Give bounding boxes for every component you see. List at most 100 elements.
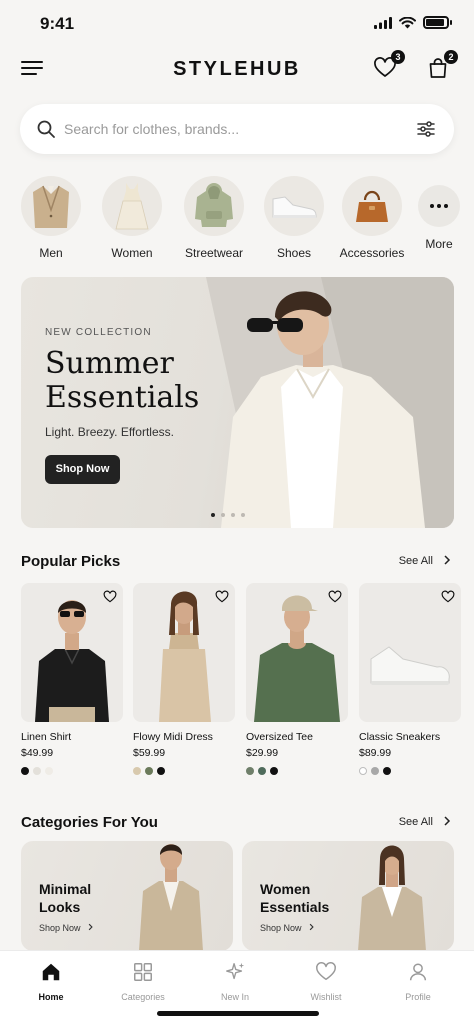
category-shoes[interactable]: Shoes bbox=[254, 176, 334, 260]
favorite-icon[interactable] bbox=[215, 590, 229, 604]
product-image bbox=[133, 583, 235, 722]
product-image bbox=[21, 583, 123, 722]
favorite-icon[interactable] bbox=[441, 590, 455, 604]
category-cards: Minimal Looks Shop Now Women Essentials … bbox=[21, 841, 454, 951]
category-label: Men bbox=[39, 246, 63, 260]
user-icon bbox=[409, 963, 427, 981]
category-women[interactable]: Women bbox=[92, 176, 172, 260]
chevron-right-icon bbox=[444, 555, 451, 565]
color-swatch[interactable] bbox=[383, 767, 391, 775]
product-name: Flowy Midi Dress bbox=[133, 731, 213, 743]
tab-label: Wishlist bbox=[310, 992, 342, 1002]
product-price: $49.99 bbox=[21, 747, 54, 759]
tab-label: Categories bbox=[121, 992, 165, 1002]
battery-icon bbox=[423, 16, 449, 29]
carousel-dots bbox=[211, 513, 245, 517]
hero-banner[interactable]: NEW COLLECTION Summer Essentials Light. … bbox=[21, 277, 454, 528]
status-bar: 9:41 bbox=[0, 0, 474, 50]
color-swatch[interactable] bbox=[258, 767, 266, 775]
home-icon bbox=[42, 963, 60, 981]
hoodie-icon bbox=[184, 176, 244, 236]
more-icon bbox=[418, 185, 460, 227]
product-price: $29.99 bbox=[246, 747, 279, 759]
popular-picks-title: Popular Picks bbox=[21, 553, 121, 570]
tab-profile[interactable]: Profile bbox=[372, 961, 464, 1002]
categories-for-you-title: Categories For You bbox=[21, 814, 158, 831]
color-swatches bbox=[21, 767, 123, 775]
category-card-title: Minimal Looks bbox=[39, 881, 92, 915]
category-men[interactable]: Men bbox=[11, 176, 91, 260]
carousel-dot[interactable] bbox=[231, 513, 235, 517]
color-swatch[interactable] bbox=[33, 767, 41, 775]
color-swatch[interactable] bbox=[21, 767, 29, 775]
tab-label: New In bbox=[220, 992, 249, 1002]
status-icons bbox=[374, 16, 452, 29]
tab-new-in[interactable]: New In bbox=[189, 961, 281, 1002]
handbag-icon bbox=[342, 176, 402, 236]
search-bar bbox=[20, 104, 454, 154]
carousel-dot-active[interactable] bbox=[211, 513, 215, 517]
categories-see-all-link[interactable]: See All bbox=[399, 816, 452, 828]
tab-home[interactable]: Home bbox=[5, 961, 97, 1002]
favorite-icon[interactable] bbox=[103, 590, 117, 604]
product-card[interactable]: Classic Sneakers $89.99 bbox=[359, 583, 461, 775]
category-card-link[interactable]: Shop Now bbox=[39, 923, 94, 933]
carousel-dot[interactable] bbox=[221, 513, 225, 517]
dress-icon bbox=[102, 176, 162, 236]
home-indicator[interactable] bbox=[157, 1011, 319, 1016]
category-card-link[interactable]: Shop Now bbox=[260, 923, 315, 933]
category-label: Shoes bbox=[276, 246, 312, 260]
category-more[interactable]: More bbox=[399, 176, 474, 251]
popular-see-all-link[interactable]: See All bbox=[399, 555, 452, 567]
favorite-icon[interactable] bbox=[328, 590, 342, 604]
color-swatch[interactable] bbox=[145, 767, 153, 775]
color-swatch[interactable] bbox=[371, 767, 379, 775]
category-card-women[interactable]: Women Essentials Shop Now bbox=[242, 841, 454, 951]
color-swatches bbox=[359, 767, 461, 775]
category-streetwear[interactable]: Streetwear bbox=[174, 176, 254, 260]
search-icon bbox=[37, 120, 55, 138]
product-card[interactable]: Flowy Midi Dress $59.99 bbox=[133, 583, 235, 775]
top-bar: STYLEHUB 3 2 bbox=[0, 48, 474, 90]
status-time: 9:41 bbox=[40, 14, 75, 33]
color-swatch[interactable] bbox=[246, 767, 254, 775]
color-swatch[interactable] bbox=[45, 767, 53, 775]
product-price: $59.99 bbox=[133, 747, 166, 759]
tab-categories[interactable]: Categories bbox=[97, 961, 189, 1002]
filter-icon[interactable] bbox=[416, 119, 436, 139]
product-image bbox=[246, 583, 348, 722]
sneaker-icon bbox=[264, 176, 324, 236]
chevron-right-icon bbox=[444, 816, 451, 826]
battery-cap bbox=[450, 20, 452, 25]
hero-title: Summer Essentials bbox=[45, 346, 200, 415]
grid-icon bbox=[134, 963, 152, 981]
signal-icon bbox=[374, 16, 392, 29]
search-input[interactable] bbox=[64, 114, 394, 144]
chevron-right-icon bbox=[88, 923, 93, 931]
color-swatch[interactable] bbox=[157, 767, 165, 775]
product-card[interactable]: Oversized Tee $29.99 bbox=[246, 583, 348, 775]
wishlist-badge: 3 bbox=[391, 50, 405, 64]
shop-now-button[interactable]: Shop Now bbox=[45, 455, 120, 484]
category-label: Streetwear bbox=[184, 246, 244, 260]
category-card-title: Women Essentials bbox=[260, 881, 330, 915]
tab-label: Home bbox=[38, 992, 64, 1002]
cart-button[interactable]: 2 bbox=[426, 50, 458, 82]
product-image bbox=[359, 583, 461, 722]
product-name: Linen Shirt bbox=[21, 731, 72, 743]
color-swatches bbox=[133, 767, 235, 775]
color-swatch[interactable] bbox=[359, 767, 367, 775]
hero-subtitle: Light. Breezy. Effortless. bbox=[45, 425, 174, 439]
product-price: $89.99 bbox=[359, 747, 392, 759]
see-all-label: See All bbox=[398, 555, 433, 567]
product-card[interactable]: Linen Shirt $49.99 bbox=[21, 583, 123, 775]
tab-wishlist[interactable]: Wishlist bbox=[280, 961, 372, 1002]
color-swatch[interactable] bbox=[270, 767, 278, 775]
carousel-dot[interactable] bbox=[241, 513, 245, 517]
cart-badge: 2 bbox=[444, 50, 458, 64]
tab-label: Profile bbox=[405, 992, 431, 1002]
color-swatch[interactable] bbox=[133, 767, 141, 775]
category-card-minimal[interactable]: Minimal Looks Shop Now bbox=[21, 841, 233, 951]
wishlist-button[interactable]: 3 bbox=[373, 50, 405, 82]
wifi-icon bbox=[399, 16, 416, 28]
